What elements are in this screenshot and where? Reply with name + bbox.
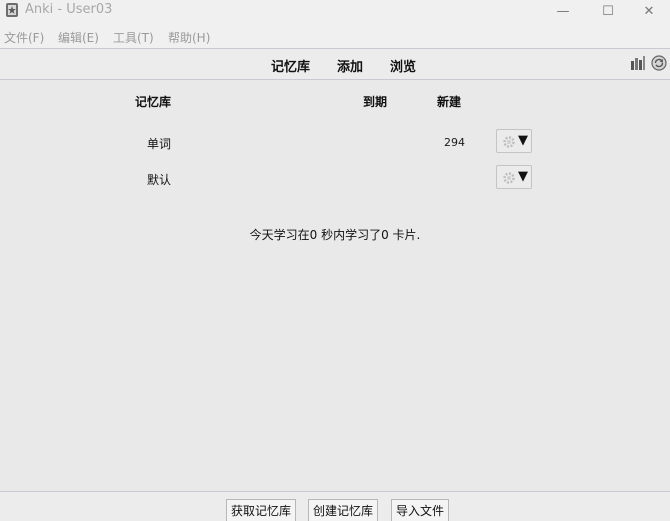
anki-app-icon	[6, 3, 18, 17]
deck-options-button[interactable]: ▼	[496, 165, 532, 189]
menu-help[interactable]: 帮助(H)	[168, 29, 210, 46]
toolbar-browse-link[interactable]: 浏览	[390, 56, 416, 75]
new-column-header: 新建	[437, 95, 462, 109]
get-shared-decks-button[interactable]: 获取记忆库	[226, 499, 297, 521]
dropdown-arrow-icon: ▼	[518, 133, 528, 148]
main-toolbar: 记忆库 添加 浏览	[0, 48, 670, 80]
minimize-button[interactable]: —	[540, 0, 586, 22]
maximize-icon: ☐	[602, 3, 614, 19]
stats-icon[interactable]	[630, 55, 646, 71]
deck-name-link[interactable]: 默认	[147, 171, 171, 188]
window-title: Anki - User03	[25, 2, 113, 17]
due-column-header: 到期	[363, 95, 388, 109]
minimize-icon: —	[556, 3, 570, 19]
menu-file[interactable]: 文件(F)	[4, 29, 44, 46]
study-summary-text: 今天学习在0 秒内学习了0 卡片.	[249, 228, 421, 242]
gear-icon	[503, 136, 515, 148]
deck-options-button[interactable]: ▼	[496, 129, 532, 153]
gear-icon	[503, 172, 515, 184]
deck-column-header: 记忆库	[135, 95, 172, 109]
maximize-button[interactable]: ☐	[585, 0, 631, 22]
dropdown-arrow-icon: ▼	[518, 169, 528, 184]
menu-tools[interactable]: 工具(T)	[113, 29, 154, 46]
deck-name-link[interactable]: 单词	[147, 135, 171, 152]
toolbar-decks-link[interactable]: 记忆库	[271, 56, 310, 75]
menu-bar: 文件(F) 编辑(E) 工具(T) 帮助(H)	[0, 26, 670, 48]
sync-icon[interactable]	[651, 55, 667, 71]
close-button[interactable]: ✕	[626, 0, 670, 22]
deck-new-count: 294	[444, 136, 465, 149]
menu-edit[interactable]: 编辑(E)	[58, 29, 99, 46]
close-icon: ✕	[643, 3, 655, 19]
toolbar-add-link[interactable]: 添加	[337, 56, 363, 75]
title-bar: Anki - User03 — ☐ ✕	[0, 0, 670, 26]
import-file-button[interactable]: 导入文件	[391, 499, 450, 521]
bottom-bar: 获取记忆库 创建记忆库 导入文件	[0, 491, 670, 521]
create-deck-button[interactable]: 创建记忆库	[308, 499, 379, 521]
